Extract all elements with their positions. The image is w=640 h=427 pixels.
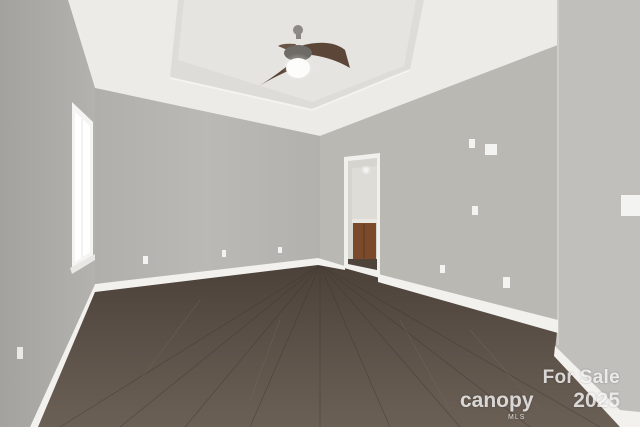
listing-watermark: For Sale canopy MLS 2025 [460,367,620,421]
watermark-mls: MLS [508,414,526,421]
outlet-right-wall-2 [503,277,510,288]
outlet-back-mid [222,250,226,257]
small-plate [469,139,475,148]
thermostat-plate [485,144,497,155]
light-switch [621,195,640,216]
watermark-year: 2025 [573,389,620,412]
wall-jack [472,206,478,215]
watermark-brand: canopy [460,389,534,412]
outlet-back-right [278,247,282,253]
outlet-back-left [143,256,148,264]
room-photo [0,0,640,427]
watermark-for-sale: For Sale [542,367,620,388]
outlet-left-wall [17,347,23,359]
vanity-counter [352,219,377,223]
outlet-right-wall [440,265,445,273]
